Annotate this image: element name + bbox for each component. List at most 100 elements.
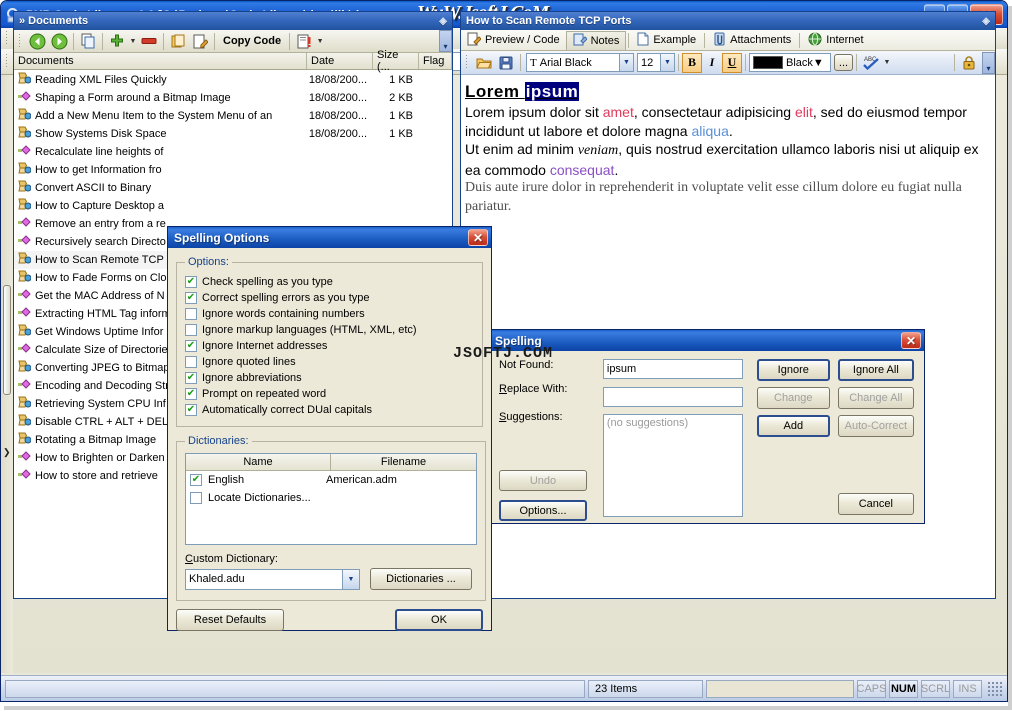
table-row[interactable]: Recalculate line heights of: [14, 143, 452, 161]
auto-correct-button[interactable]: Auto-Correct: [837, 415, 915, 437]
add-button[interactable]: Add: [756, 415, 830, 437]
custom-dictionary-combo[interactable]: Khaled.adu ▼: [185, 568, 360, 590]
column-header-size[interactable]: Size (...: [373, 49, 419, 73]
workspace-vertical-scrollbar[interactable]: ❯: [1, 75, 13, 673]
expand-arrow-icon[interactable]: ❯: [3, 447, 11, 458]
panel-pin-icon[interactable]: ◈: [439, 16, 447, 27]
option-checkbox-row[interactable]: Correct spelling errors as you type: [185, 290, 474, 306]
scrollbar-thumb[interactable]: [3, 285, 11, 395]
option-checkbox-row[interactable]: Ignore abbreviations: [185, 370, 474, 386]
ignore-all-button[interactable]: Ignore All: [837, 359, 915, 381]
column-header-date[interactable]: Date: [307, 53, 373, 69]
dict-checkbox-0[interactable]: [190, 474, 202, 486]
reset-defaults-button[interactable]: Reset Defaults: [176, 609, 284, 631]
checkbox-3[interactable]: [185, 324, 197, 336]
replace-with-input[interactable]: [602, 387, 743, 407]
add-dropdown-icon[interactable]: ▼: [128, 31, 138, 52]
p2-text-a: Ut enim ad minim: [465, 141, 578, 158]
dictionaries-listbox[interactable]: Name Filename English American.adm Locate …: [185, 453, 477, 545]
toolbar-grip[interactable]: [4, 54, 11, 69]
copy-code-button[interactable]: Copy Code: [218, 35, 286, 47]
checkbox-2[interactable]: [185, 308, 197, 320]
suggestions-listbox[interactable]: (no suggestions): [602, 414, 743, 517]
italic-button[interactable]: I: [702, 53, 722, 73]
undo-button[interactable]: Undo: [499, 470, 587, 491]
more-colors-button[interactable]: ...: [834, 54, 853, 71]
checkbox-0[interactable]: [185, 276, 197, 288]
underline-button[interactable]: U: [722, 52, 742, 73]
column-header-documents[interactable]: Documents: [14, 53, 307, 69]
dictionaries-button[interactable]: Dictionaries ...: [370, 568, 472, 590]
option-checkbox-row[interactable]: Ignore quoted lines: [185, 354, 474, 370]
table-row[interactable]: Show Systems Disk Space 18/08/200... 1 KB: [14, 125, 452, 143]
edit-icon[interactable]: [189, 31, 211, 52]
report-dropdown-icon[interactable]: ▼: [315, 31, 325, 52]
checkbox-4[interactable]: [185, 340, 197, 352]
forward-icon[interactable]: [48, 31, 70, 52]
documents-toolbar-overflow-icon[interactable]: ▾: [439, 30, 452, 52]
tab-preview-code[interactable]: Preview / Code: [461, 31, 566, 50]
change-button[interactable]: Change: [756, 387, 830, 409]
spell-check-icon[interactable]: ABC: [860, 52, 882, 73]
table-row[interactable]: Shaping a Form around a Bitmap Image 18/0…: [14, 89, 452, 107]
menu-grip[interactable]: [4, 31, 11, 46]
table-row[interactable]: How to get Information fro: [14, 161, 452, 179]
options-button[interactable]: Options...: [499, 500, 587, 521]
option-checkbox-row[interactable]: Ignore markup languages (HTML, XML, etc): [185, 322, 474, 338]
tab-internet[interactable]: Internet: [802, 31, 869, 50]
tab-example[interactable]: Example: [631, 31, 702, 50]
ok-button[interactable]: OK: [395, 609, 483, 631]
lock-icon[interactable]: [958, 52, 980, 73]
change-all-button[interactable]: Change All: [837, 387, 915, 409]
option-checkbox-row[interactable]: Ignore words containing numbers: [185, 306, 474, 322]
row-title: Get the MAC Address of N: [35, 290, 165, 302]
table-row[interactable]: How to Capture Desktop a: [14, 197, 452, 215]
checkbox-5[interactable]: [185, 356, 197, 368]
spelling-options-close-button[interactable]: ✕: [468, 229, 488, 246]
table-row[interactable]: Convert ASCII to Binary: [14, 179, 452, 197]
font-family-dropdown-icon[interactable]: ▼: [619, 54, 633, 71]
option-checkbox-row[interactable]: Automatically correct DUal capitals: [185, 402, 474, 418]
list-item[interactable]: Locate Dictionaries...: [186, 489, 476, 507]
format-toolbar-overflow-icon[interactable]: ▾: [982, 51, 995, 74]
font-size-combo[interactable]: 12 ▼: [637, 53, 675, 72]
bold-button[interactable]: B: [682, 52, 702, 73]
duplicate-document-icon[interactable]: [77, 31, 99, 52]
option-checkbox-row[interactable]: Check spelling as you type: [185, 274, 474, 290]
font-family-combo[interactable]: T Arial Black ▼: [526, 53, 634, 72]
column-header-flag[interactable]: Flag: [419, 53, 452, 69]
ignore-button[interactable]: Ignore: [756, 359, 830, 381]
tab-attachments[interactable]: Attachments: [707, 31, 797, 50]
format-toolbar-grip[interactable]: [464, 55, 471, 70]
report-icon[interactable]: [293, 31, 315, 52]
not-found-input[interactable]: [602, 359, 743, 379]
copy-icon[interactable]: [167, 31, 189, 52]
tab-notes[interactable]: Notes: [565, 30, 627, 50]
editor-save-icon[interactable]: [495, 52, 517, 73]
font-size-dropdown-icon[interactable]: ▼: [660, 54, 674, 71]
font-color-dropdown-icon[interactable]: ▼: [813, 57, 824, 69]
custom-dictionary-dropdown-icon[interactable]: ▼: [342, 569, 359, 589]
cancel-button[interactable]: Cancel: [837, 493, 915, 515]
editor-open-folder-icon[interactable]: [473, 52, 495, 73]
list-item[interactable]: English American.adm: [186, 471, 476, 489]
font-color-combo[interactable]: Black ▼: [749, 53, 831, 72]
resize-grip-icon[interactable]: [987, 680, 1003, 697]
delete-icon[interactable]: [138, 31, 160, 52]
editor-panel-pin-icon[interactable]: ◈: [982, 16, 990, 27]
documents-toolbar-grip[interactable]: [17, 33, 24, 49]
option-checkbox-row[interactable]: Prompt on repeated word: [185, 386, 474, 402]
back-icon[interactable]: [26, 31, 48, 52]
table-row[interactable]: Add a New Menu Item to the System Menu o…: [14, 107, 452, 125]
spelling-dialog-close-button[interactable]: ✕: [901, 332, 921, 349]
add-icon[interactable]: [106, 31, 128, 52]
dict-checkbox-1[interactable]: [190, 492, 202, 504]
checkbox-8[interactable]: [185, 404, 197, 416]
checkbox-1[interactable]: [185, 292, 197, 304]
tab-separator-1: [628, 32, 630, 48]
option-checkbox-row[interactable]: Ignore Internet addresses: [185, 338, 474, 354]
checkbox-6[interactable]: [185, 372, 197, 384]
checkbox-7[interactable]: [185, 388, 197, 400]
table-row[interactable]: Reading XML Files Quickly 18/08/200... 1 K…: [14, 71, 452, 89]
spell-check-dropdown-icon[interactable]: ▼: [882, 52, 892, 73]
